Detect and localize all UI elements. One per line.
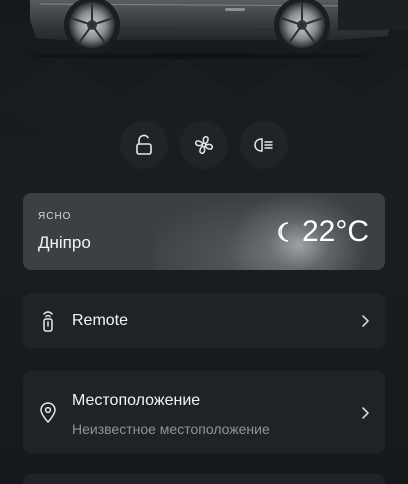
quick-actions — [0, 122, 408, 168]
weather-city: Дніпро — [38, 233, 91, 252]
moon-icon — [278, 222, 289, 242]
remote-label: Remote — [72, 312, 129, 329]
lock-button[interactable] — [121, 122, 167, 168]
remote-card[interactable]: Remote — [23, 293, 385, 348]
next-card-edge — [23, 474, 385, 484]
location-label: Местоположение — [72, 392, 201, 409]
weather-temperature: 22°C — [301, 215, 369, 248]
climate-button[interactable] — [181, 122, 227, 168]
weather-card[interactable]: ясно Дніпро 22°C — [23, 193, 385, 270]
location-status: Неизвестное местоположение — [72, 421, 270, 437]
car-image — [30, 0, 408, 59]
chevron-right-icon — [362, 315, 369, 327]
location-card[interactable]: Местоположение Неизвестное местоположени… — [23, 371, 385, 453]
weather-temperature-group: 22°C — [276, 215, 369, 249]
key-fob-icon — [43, 311, 53, 332]
weather-condition: ясно — [38, 211, 72, 222]
fan-icon — [195, 136, 213, 154]
location-pin-icon — [40, 402, 56, 424]
headlight-icon — [254, 138, 273, 152]
headlights-button[interactable] — [241, 122, 287, 168]
lock-icon — [136, 134, 152, 155]
chevron-right-icon — [362, 407, 369, 419]
